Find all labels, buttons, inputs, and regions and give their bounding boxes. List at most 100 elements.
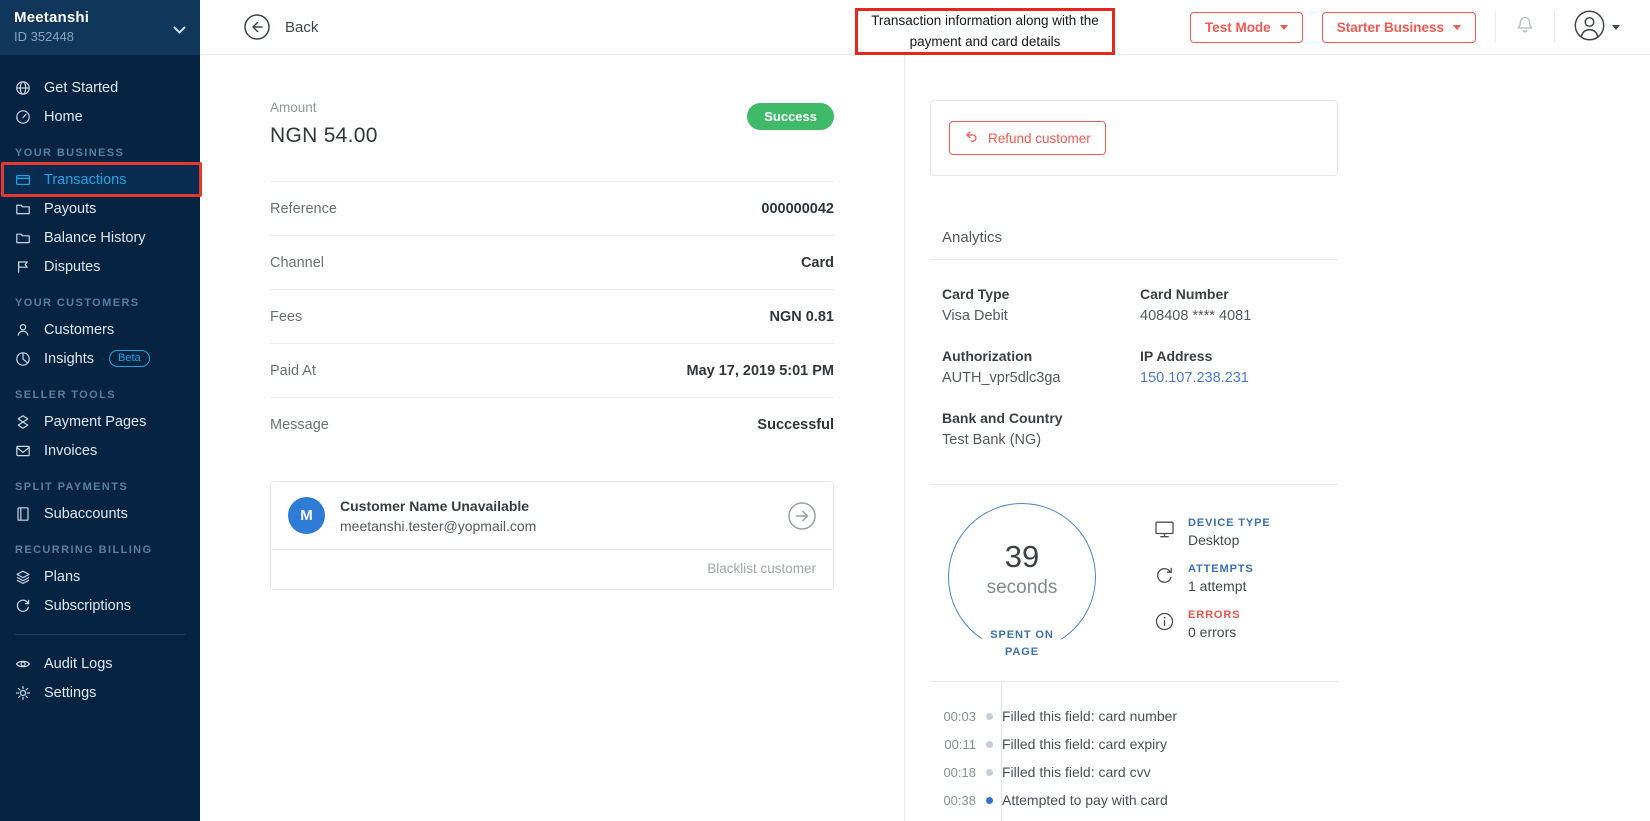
- sidebar-item-subscriptions[interactable]: Subscriptions: [0, 591, 200, 620]
- customer-email: meetanshi.tester@yopmail.com: [340, 517, 537, 534]
- topbar-right: Test Mode Starter Business: [1189, 10, 1620, 44]
- field-value: AUTH_vpr5dlc3ga: [942, 370, 1061, 386]
- seconds-unit: seconds: [986, 577, 1058, 598]
- refresh-icon: [1154, 565, 1175, 586]
- test-mode-button[interactable]: Test Mode: [1189, 11, 1303, 43]
- invoice-icon: [15, 443, 31, 459]
- sidebar-item-label: Invoices: [44, 442, 98, 459]
- row-label: Reference: [270, 200, 337, 217]
- main-area: Back Transaction information along with …: [200, 0, 1650, 821]
- sidebar-item-customers[interactable]: Customers: [0, 315, 200, 344]
- row-label: Channel: [270, 254, 325, 271]
- customer-row[interactable]: M Customer Name Unavailable meetanshi.te…: [271, 482, 833, 549]
- sidebar-item-audit-logs[interactable]: Audit Logs: [0, 649, 200, 678]
- arrow-left-circle-icon: [244, 14, 270, 40]
- stats-list: DEVICE TYPE Desktop ATTEMPTS 1 attempt E…: [1154, 517, 1271, 655]
- arrow-right-circle-icon[interactable]: [788, 501, 816, 530]
- notifications-button[interactable]: [1515, 15, 1535, 39]
- sidebar-item-home[interactable]: Home: [0, 102, 200, 131]
- sidebar-item-disputes[interactable]: Disputes: [0, 252, 200, 281]
- session-stats: 39 seconds SPENT ON PAGE DEVICE TYPE Des…: [930, 484, 1338, 669]
- sidebar-item-invoices[interactable]: Invoices: [0, 436, 200, 465]
- field-label: Card Number: [1140, 286, 1229, 302]
- timeline-row: 00:03 Filled this field: card number: [930, 708, 1338, 724]
- sidebar-item-plans[interactable]: Plans: [0, 562, 200, 591]
- status-badge: Success: [747, 103, 834, 130]
- user-menu-button[interactable]: [1574, 10, 1620, 44]
- blacklist-customer-link[interactable]: Blacklist customer: [707, 561, 816, 576]
- stat-text: ATTEMPTS 1 attempt: [1188, 563, 1254, 594]
- card-icon: [15, 172, 31, 188]
- field-card-type: Card Type Visa Debit: [942, 286, 1140, 324]
- stat-label: ATTEMPTS: [1188, 563, 1254, 575]
- timeline-dot: [985, 768, 993, 776]
- pages-icon: [15, 414, 31, 430]
- back-label: Back: [285, 18, 319, 36]
- sidebar-item-payouts[interactable]: Payouts: [0, 194, 200, 223]
- info-icon: [1154, 611, 1175, 632]
- amount-label: Amount: [270, 100, 317, 115]
- timeline-time: 00:38: [943, 792, 976, 808]
- customer-identity: Customer Name Unavailable meetanshi.test…: [340, 498, 536, 534]
- back-button[interactable]: Back: [244, 14, 318, 40]
- nav-heading: SPLIT PAYMENTS: [15, 481, 129, 493]
- sidebar-item-label: Payment Pages: [44, 413, 147, 430]
- row-value: Successful: [757, 416, 834, 433]
- stat-attempts: ATTEMPTS 1 attempt: [1154, 563, 1271, 594]
- event-timeline: 00:03 Filled this field: card number 00:…: [930, 681, 1338, 821]
- stat-value: 1 attempt: [1188, 578, 1247, 594]
- stat-label: DEVICE TYPE: [1188, 517, 1271, 529]
- sidebar-item-balance-history[interactable]: Balance History: [0, 223, 200, 252]
- row-label: Fees: [270, 308, 303, 325]
- account-name: Meetanshi: [14, 9, 90, 26]
- sidebar-item-label: Balance History: [44, 229, 146, 246]
- field-card-number: Card Number 408408 **** 4081: [1140, 286, 1338, 324]
- timeline-dot-wrap: [976, 712, 1002, 720]
- folder-icon: [15, 201, 31, 217]
- sidebar-item-transactions[interactable]: Transactions: [0, 162, 202, 197]
- customer-card: M Customer Name Unavailable meetanshi.te…: [270, 481, 834, 590]
- avatar-icon: [1574, 10, 1605, 44]
- row-value: Card: [800, 254, 834, 271]
- sidebar-item-payment-pages[interactable]: Payment Pages: [0, 407, 200, 436]
- field-ip-address: IP Address 150.107.238.231: [1140, 348, 1338, 386]
- account-id: ID 352448: [14, 29, 74, 44]
- ip-address-link[interactable]: 150.107.238.231: [1140, 370, 1338, 386]
- sidebar-item-get-started[interactable]: Get Started: [0, 73, 200, 102]
- analytics-fields: Card Type Visa Debit Card Number 408408 …: [930, 260, 1338, 484]
- nav-group: Audit Logs Settings: [0, 649, 200, 707]
- sidebar: Meetanshi ID 352448 Get Started Home YOU…: [0, 0, 202, 821]
- gauge-icon: [15, 109, 31, 125]
- row-label: Paid At: [270, 362, 316, 379]
- caption-line: PAGE: [1005, 645, 1039, 658]
- table-row: Paid At May 17, 2019 5:01 PM: [270, 343, 834, 397]
- sidebar-divider: [15, 634, 185, 635]
- timeline-dot: [985, 796, 993, 804]
- globe-icon: [15, 80, 31, 96]
- amount-block: Amount NGN 54.00: [270, 100, 378, 148]
- loop-icon: [15, 598, 31, 614]
- account-switcher[interactable]: Meetanshi ID 352448: [0, 0, 200, 55]
- time-on-page-gauge: 39 seconds SPENT ON PAGE: [948, 503, 1096, 663]
- field-label: Authorization: [942, 348, 1033, 364]
- caret-down-icon: [1612, 24, 1620, 30]
- stat-text: DEVICE TYPE Desktop: [1188, 517, 1271, 548]
- sidebar-item-label: Transactions: [44, 171, 127, 188]
- sidebar-item-label: Subaccounts: [44, 505, 128, 522]
- field-label: Card Type: [942, 286, 1010, 302]
- sidebar-item-insights[interactable]: Insights Beta: [0, 344, 200, 373]
- sidebar-item-label: Get Started: [44, 79, 119, 96]
- account-text: Meetanshi ID 352448: [14, 9, 89, 44]
- bell-icon: [1515, 15, 1535, 39]
- customer-name: Customer Name Unavailable: [340, 497, 530, 514]
- refund-customer-button[interactable]: Refund customer: [949, 121, 1106, 155]
- sidebar-item-subaccounts[interactable]: Subaccounts: [0, 499, 200, 528]
- nav-group: YOUR BUSINESS Transactions Payouts Balan…: [0, 141, 202, 281]
- sidebar-item-label: Disputes: [44, 258, 101, 275]
- sidebar-item-label: Audit Logs: [44, 655, 113, 672]
- plan-button[interactable]: Starter Business: [1321, 11, 1476, 43]
- timeline-event: Filled this field: card number: [1002, 708, 1178, 724]
- app: Meetanshi ID 352448 Get Started Home YOU…: [0, 0, 1650, 821]
- sidebar-item-settings[interactable]: Settings: [0, 678, 200, 707]
- beta-badge: Beta: [108, 349, 150, 368]
